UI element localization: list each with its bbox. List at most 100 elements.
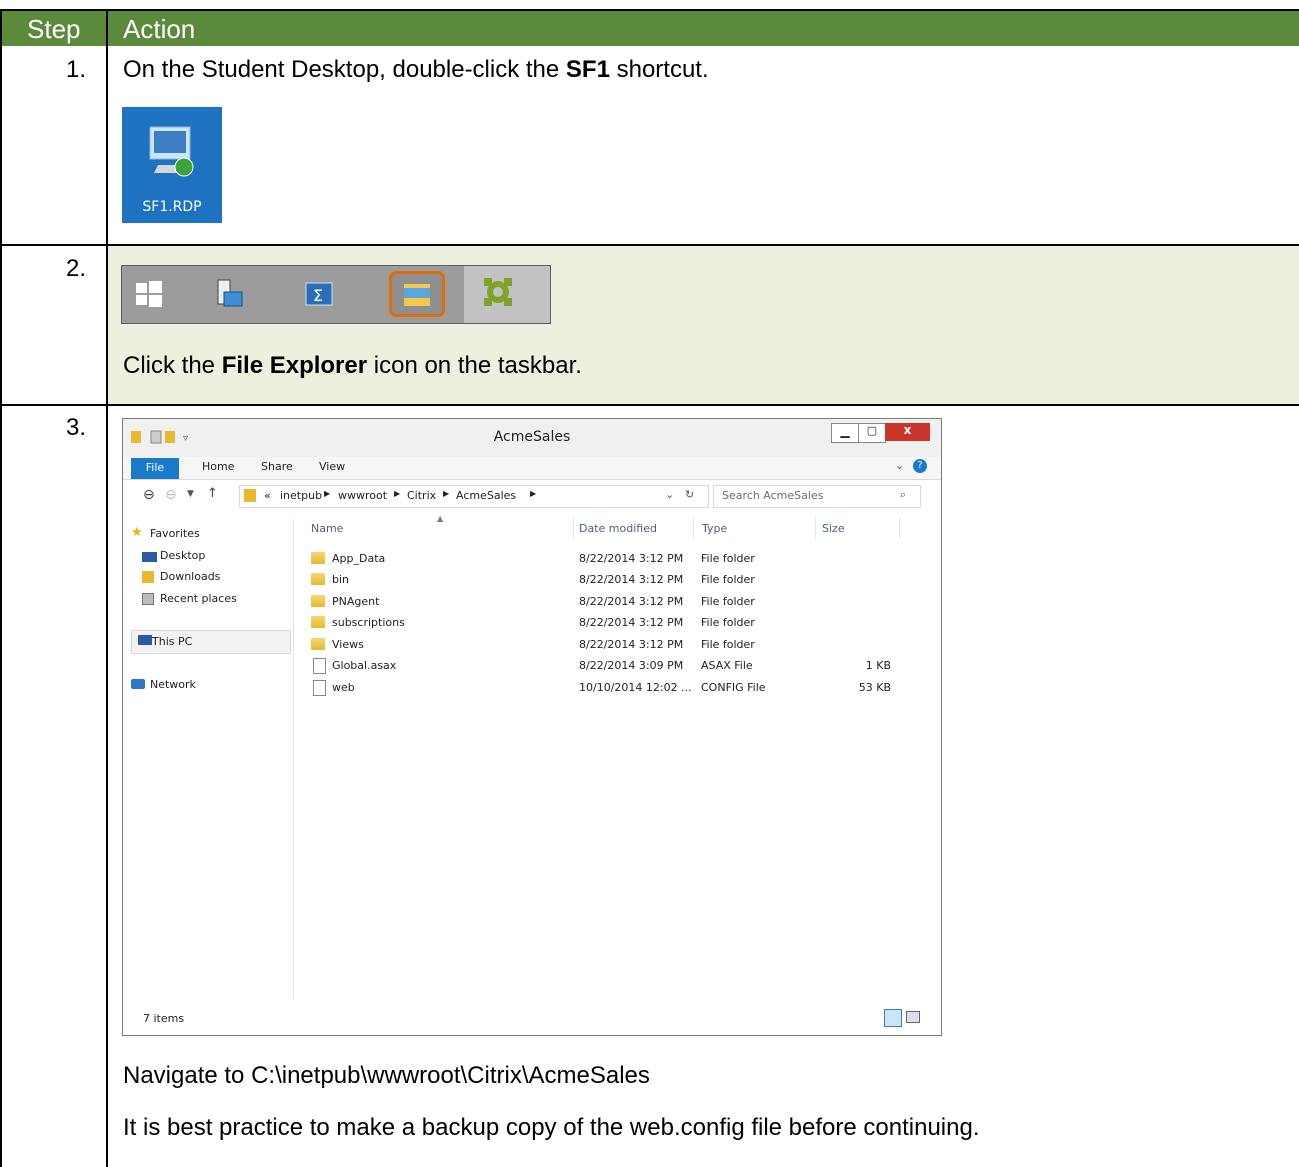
folder-icon [311, 552, 325, 564]
file-row[interactable]: web 10/10/2014 12:02 ... CONFIG File 53 … [311, 679, 891, 700]
forward-icon[interactable]: ⊖ [165, 487, 177, 503]
file-date: 8/22/2014 3:12 PM [579, 595, 684, 608]
search-input[interactable]: Search AcmeSales ⌕ [713, 485, 921, 508]
downloads-icon [142, 571, 154, 583]
remote-desktop-icon [149, 126, 194, 177]
file-explorer-window: ▿ AcmeSales ▁ ▢ x Home Share View ⌄ ? Fi… [122, 418, 942, 1036]
search-placeholder: Search AcmeSales [722, 489, 824, 502]
nav-network[interactable]: Network [150, 678, 196, 691]
file-size: 53 KB [858, 681, 891, 694]
file-icon [313, 680, 326, 696]
tab-home[interactable]: Home [202, 460, 234, 473]
navigation-pane: ★ Favorites Desktop Downloads Recent pla… [123, 519, 291, 999]
nav-favorites[interactable]: Favorites [150, 527, 200, 540]
recent-locations-icon[interactable]: ▼ [187, 489, 194, 499]
file-type: File folder [701, 638, 755, 651]
breadcrumb-citrix[interactable]: Citrix [407, 489, 436, 502]
sort-ascending-icon: ▲ [437, 514, 444, 523]
column-name[interactable]: Name [311, 522, 343, 535]
step1-instruction: On the Student Desktop, double-click the… [123, 56, 709, 83]
column-size[interactable]: Size [822, 522, 845, 535]
step2-instruction: Click the File Explorer icon on the task… [123, 352, 582, 379]
file-explorer-icon[interactable] [389, 271, 445, 317]
file-row[interactable]: Views 8/22/2014 3:12 PM File folder [311, 636, 891, 657]
step-number-2: 2. [66, 255, 87, 282]
help-icon[interactable]: ? [913, 459, 927, 473]
status-bar: 7 items [123, 1007, 941, 1034]
details-view-icon[interactable] [884, 1009, 902, 1027]
row-border-2 [0, 404, 1299, 406]
minimize-button[interactable]: ▁ [831, 423, 859, 443]
title-bar: ▿ AcmeSales ▁ ▢ x [123, 419, 941, 457]
column-type[interactable]: Type [702, 522, 727, 535]
folder-icon [311, 595, 325, 607]
file-type: File folder [701, 595, 755, 608]
file-name: PNAgent [332, 595, 380, 608]
tab-view[interactable]: View [319, 460, 345, 473]
shortcut-label: SF1.RDP [142, 199, 202, 215]
breadcrumb-inetpub[interactable]: inetpub [280, 489, 322, 502]
file-date: 8/22/2014 3:12 PM [579, 552, 684, 565]
file-name: web [332, 681, 355, 694]
row-border-1 [0, 244, 1299, 246]
file-name: Global.asax [332, 659, 397, 672]
step3-backup-text: It is best practice to make a backup cop… [123, 1114, 980, 1141]
breadcrumb-overflow[interactable]: « [264, 489, 271, 502]
close-button[interactable]: x [885, 423, 930, 441]
nav-this-pc-row[interactable]: This PC [131, 630, 291, 654]
nav-downloads[interactable]: Downloads [160, 570, 220, 583]
file-type: File folder [701, 573, 755, 586]
large-icons-view-icon[interactable] [906, 1011, 920, 1023]
ribbon-expand-icon[interactable]: ⌄ [895, 459, 904, 472]
dropdown-icon[interactable]: ⌄ [665, 488, 674, 501]
file-row[interactable]: Global.asax 8/22/2014 3:09 PM ASAX File … [311, 657, 891, 678]
tab-share[interactable]: Share [261, 460, 293, 473]
file-type: File folder [701, 616, 755, 629]
file-row[interactable]: PNAgent 8/22/2014 3:12 PM File folder [311, 593, 891, 614]
tab-file[interactable]: File [131, 458, 179, 479]
recent-places-icon [142, 593, 154, 605]
sf1-rdp-shortcut[interactable]: SF1.RDP [122, 107, 222, 223]
maximize-button[interactable]: ▢ [858, 423, 886, 443]
chevron-right-icon: ▶ [530, 489, 537, 498]
ribbon-tabs: Home Share View ⌄ ? [123, 457, 941, 480]
file-row[interactable]: bin 8/22/2014 3:12 PM File folder [311, 571, 891, 592]
table-border-top [0, 9, 1299, 11]
up-icon[interactable]: ↑ [207, 486, 218, 501]
step3-navigate-text: Navigate to C:\inetpub\wwwroot\Citrix\Ac… [123, 1062, 650, 1089]
file-type: CONFIG File [701, 681, 766, 694]
server-manager-icon[interactable] [214, 278, 244, 315]
computer-icon [138, 635, 152, 645]
table-divider [106, 9, 108, 1167]
desktop-icon [142, 552, 157, 562]
citrix-studio-icon[interactable] [464, 266, 550, 323]
nav-desktop[interactable]: Desktop [160, 549, 205, 562]
file-icon [313, 658, 326, 674]
windows-start-icon[interactable] [136, 281, 162, 312]
search-icon[interactable]: ⌕ [900, 488, 906, 502]
address-bar[interactable]: « inetpub ▶ wwwroot ▶ Citrix ▶ AcmeSales… [239, 485, 709, 508]
file-type: ASAX File [701, 659, 753, 672]
star-icon: ★ [131, 525, 143, 540]
file-date: 8/22/2014 3:12 PM [579, 616, 684, 629]
file-name: subscriptions [332, 616, 405, 629]
breadcrumb-wwwroot[interactable]: wwwroot [338, 489, 387, 502]
powershell-icon[interactable]: Σ [304, 279, 334, 314]
refresh-icon[interactable]: ↻ [685, 488, 694, 501]
back-icon[interactable]: ⊖ [143, 487, 155, 503]
column-divider [573, 517, 574, 539]
step-number-1: 1. [66, 56, 87, 83]
file-name: App_Data [332, 552, 386, 565]
header-step: Step [27, 14, 81, 44]
file-row[interactable]: subscriptions 8/22/2014 3:12 PM File fol… [311, 614, 891, 635]
column-divider [815, 517, 816, 539]
file-name: bin [332, 573, 350, 586]
nav-recent-places[interactable]: Recent places [160, 592, 237, 605]
breadcrumb-acmesales[interactable]: AcmeSales [456, 489, 516, 502]
chevron-right-icon: ▶ [394, 489, 401, 498]
file-row[interactable]: App_Data 8/22/2014 3:12 PM File folder [311, 550, 891, 571]
column-date-modified[interactable]: Date modified [579, 522, 657, 535]
window-title: AcmeSales [493, 429, 571, 445]
column-divider [693, 517, 694, 539]
column-divider [899, 517, 900, 539]
